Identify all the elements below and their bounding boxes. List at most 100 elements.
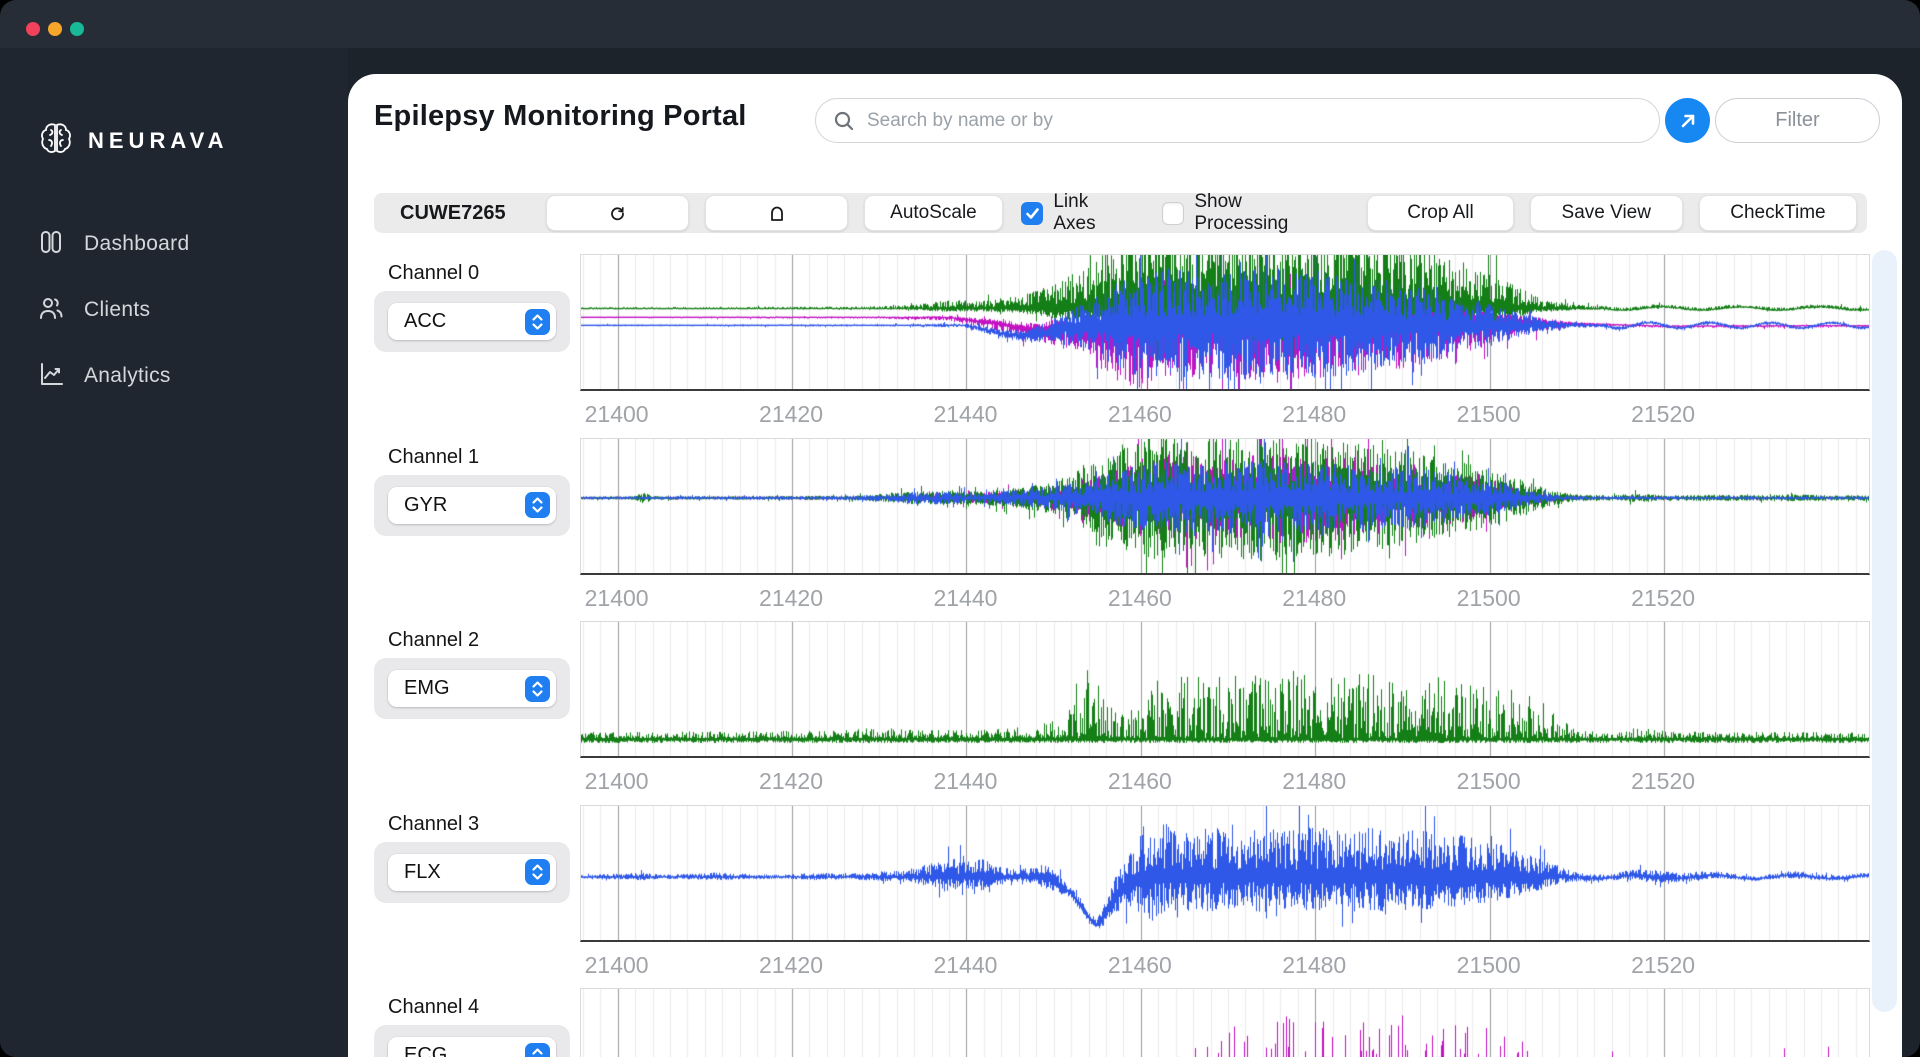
x-tick-label: 21460 (1108, 401, 1172, 428)
search-bar (815, 98, 1660, 143)
x-tick-label: 21460 (1108, 768, 1172, 795)
link-axes-checkbox[interactable] (1021, 202, 1044, 225)
show-processing-label: Show Processing (1194, 191, 1339, 235)
x-tick-label: 21440 (933, 401, 997, 428)
channel-signal-panel: EMG (374, 658, 570, 719)
sidebar-item-analytics[interactable]: Analytics (38, 356, 189, 396)
channel-label: Channel 2 (388, 629, 479, 652)
check-icon (1025, 206, 1040, 221)
x-tick-label: 21440 (933, 585, 997, 612)
x-tick-label: 21480 (1282, 952, 1346, 979)
waveform-canvas[interactable] (580, 254, 1870, 391)
home-icon (769, 205, 785, 222)
x-tick-label: 21420 (759, 952, 823, 979)
x-tick-label: 21420 (759, 585, 823, 612)
channel-label: Channel 1 (388, 446, 479, 469)
brain-icon (38, 120, 74, 161)
crop-all-button[interactable]: Crop All (1367, 195, 1513, 231)
channel-signal-panel: FLX (374, 842, 570, 903)
select-chevrons-icon (525, 1043, 550, 1057)
channel-section-2: Channel 2EMG2140021420214402146021480215… (348, 621, 1876, 805)
brand-logo: NEURAVA (38, 120, 229, 161)
x-tick-label: 21440 (933, 768, 997, 795)
x-tick-label: 21480 (1282, 768, 1346, 795)
x-tick-label: 21460 (1108, 585, 1172, 612)
close-button[interactable] (26, 22, 40, 36)
waveform-canvas[interactable] (580, 988, 1870, 1057)
search-input[interactable] (867, 110, 1627, 132)
channel-signal-select[interactable]: FLX (388, 854, 556, 891)
x-tick-label: 21400 (585, 768, 649, 795)
x-axis-ticks: 21400214202144021460214802150021520 (580, 391, 1870, 439)
x-tick-label: 21480 (1282, 401, 1346, 428)
channel-signal-panel: ECG (374, 1025, 570, 1057)
channel-section-1: Channel 1 GYR 21400 21420 21440 21460 21480 215… (348, 438, 1876, 622)
channel-signal-select[interactable]: ACC (388, 303, 556, 340)
x-tick-label: 21400 (585, 585, 649, 612)
x-tick-label: 21520 (1631, 585, 1695, 612)
refresh-icon (609, 205, 626, 222)
link-axes-label: Link Axes (1053, 191, 1133, 235)
checktime-button[interactable]: CheckTime (1699, 195, 1857, 231)
sidebar-item-dashboard[interactable]: Dashboard (38, 224, 189, 264)
x-tick-label: 21480 (1282, 585, 1346, 612)
arrow-up-right-icon (1678, 111, 1698, 131)
x-tick-label: 21500 (1457, 768, 1521, 795)
sidebar-nav: Dashboard Clients (38, 224, 189, 396)
scrollbar-thumb[interactable] (1872, 250, 1897, 1012)
dashboard-icon (38, 229, 64, 260)
sidebar-item-label: Dashboard (84, 232, 189, 256)
waveform-plot[interactable]: 21400214202144021460214802150021520 (580, 805, 1870, 990)
waveform-plot[interactable]: 21400214202144021460214802150021520 (580, 621, 1870, 806)
waveform-canvas[interactable] (580, 621, 1870, 758)
home-view-button[interactable] (705, 195, 848, 231)
refresh-button[interactable] (546, 195, 689, 231)
channel-signal-value: FLX (404, 861, 525, 884)
channel-signal-panel: ACC (374, 291, 570, 352)
save-view-label: Save View (1562, 202, 1651, 224)
sidebar: NEURAVA Dashboard (0, 48, 348, 1057)
sidebar-item-label: Analytics (84, 364, 171, 388)
x-tick-label: 21520 (1631, 768, 1695, 795)
autoscale-button[interactable]: AutoScale (864, 195, 1002, 231)
channel-signal-value: EMG (404, 677, 525, 700)
analytics-icon (38, 361, 64, 392)
waveform-plot[interactable]: 21400214202144021460214802150021520 (580, 254, 1870, 439)
waveform-canvas[interactable] (580, 805, 1870, 942)
channel-signal-select[interactable]: EMG (388, 670, 556, 707)
select-chevrons-icon (525, 309, 550, 335)
clients-icon (38, 295, 64, 326)
x-axis-ticks: 21400214202144021460214802150021520 (580, 942, 1870, 990)
filter-button[interactable]: Filter (1715, 98, 1880, 143)
waveform-plot[interactable]: 21400 21420 21440 21460 21480 21500 21520 (580, 438, 1870, 623)
waveform-plot[interactable]: 21400214202144021460214802150021520 (580, 988, 1870, 1057)
channel-signal-value: ACC (404, 310, 525, 333)
x-tick-label: 21520 (1631, 952, 1695, 979)
channel-section-4: Channel 4ECG2140021420214402146021480215… (348, 988, 1876, 1057)
app-window: NEURAVA Dashboard (0, 0, 1920, 1057)
device-id: CUWE7265 (400, 202, 506, 225)
zoom-button[interactable] (70, 22, 84, 36)
window-titlebar (0, 0, 1920, 48)
save-view-button[interactable]: Save View (1530, 195, 1683, 231)
minimize-button[interactable] (48, 22, 62, 36)
checktime-label: CheckTime (1730, 202, 1825, 224)
main-content: Epilepsy Monitoring Portal Filter CUWE72… (348, 74, 1902, 1057)
show-processing-group: Show Processing (1162, 191, 1340, 235)
channel-signal-select[interactable]: ECG (388, 1037, 556, 1057)
x-tick-label: 21500 (1457, 585, 1521, 612)
link-axes-group: Link Axes (1021, 191, 1134, 235)
x-tick-label: 21400 (585, 401, 649, 428)
search-submit-button[interactable] (1665, 98, 1710, 143)
channel-signal-select[interactable]: GYR (388, 487, 556, 524)
page-title: Epilepsy Monitoring Portal (374, 100, 747, 133)
waveform-canvas[interactable] (580, 438, 1870, 575)
x-tick-label: 21400 (585, 952, 649, 979)
show-processing-checkbox[interactable] (1162, 202, 1185, 225)
x-tick-label: 21420 (759, 401, 823, 428)
x-tick-label: 21500 (1457, 401, 1521, 428)
x-tick-label: 21500 (1457, 952, 1521, 979)
sidebar-item-clients[interactable]: Clients (38, 290, 189, 330)
sidebar-item-label: Clients (84, 298, 150, 322)
x-tick-label: 21440 (933, 952, 997, 979)
